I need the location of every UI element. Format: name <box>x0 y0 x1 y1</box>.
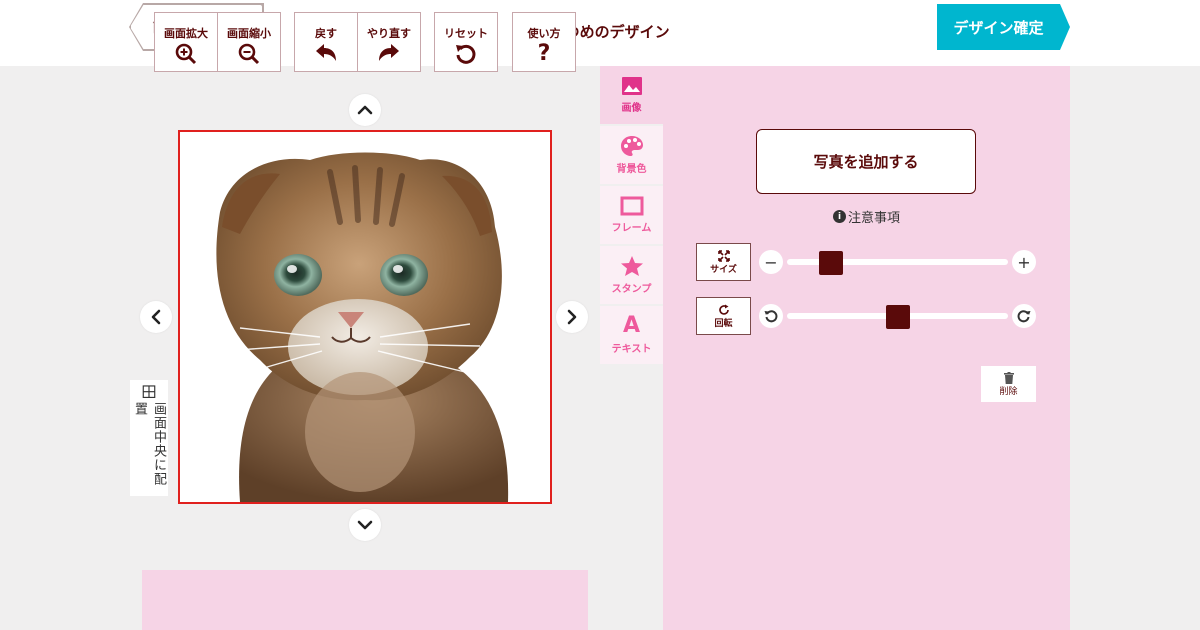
question-icon: ? <box>537 41 551 66</box>
tab-image-label: 画像 <box>621 103 642 114</box>
tab-stamp[interactable]: スタンプ <box>600 246 663 304</box>
frame-icon <box>620 196 643 216</box>
page-title-text: つめのデザイン <box>564 23 670 41</box>
zoom-out-button[interactable]: 画面縮小 <box>217 12 281 72</box>
size-control-label: サイズ <box>696 243 751 281</box>
notice-label: 注意事項 <box>848 211 901 226</box>
rotate-right-button[interactable] <box>1012 304 1036 328</box>
image-icon <box>621 77 642 95</box>
chevron-up-icon <box>357 105 373 115</box>
help-button[interactable]: 使い方 ? <box>512 12 576 72</box>
move-up-button[interactable] <box>349 94 381 126</box>
move-down-button[interactable] <box>349 509 381 541</box>
redo-button[interactable]: やり直す <box>357 12 421 72</box>
redo-label: やり直す <box>367 27 411 40</box>
undo-arrow-icon <box>316 44 336 61</box>
zoom-in-button[interactable]: 画面拡大 <box>154 12 218 72</box>
chevron-left-icon <box>151 309 161 325</box>
minus-icon: − <box>764 252 778 272</box>
confirm-design-button[interactable]: デザイン確定 <box>937 4 1070 50</box>
chevron-right-icon <box>567 309 577 325</box>
move-right-button[interactable] <box>556 301 588 333</box>
cat-photo[interactable] <box>180 132 550 502</box>
help-label: 使い方 <box>527 27 561 40</box>
chevron-down-icon <box>357 520 373 530</box>
bottom-toolbar <box>142 570 588 630</box>
size-slider-thumb[interactable] <box>819 251 844 275</box>
reset-button[interactable]: リセット <box>434 12 498 72</box>
reset-icon <box>456 44 476 64</box>
tab-stamp-label: スタンプ <box>611 284 652 295</box>
design-canvas[interactable] <box>178 130 552 504</box>
size-increase-button[interactable]: + <box>1012 250 1036 274</box>
rotate-label: 回転 <box>714 318 733 329</box>
center-placement-button[interactable]: 画面中央に配置 <box>130 380 168 496</box>
delete-label: 削除 <box>999 386 1018 397</box>
tab-background-color-label: 背景色 <box>616 164 647 175</box>
rotate-icon <box>718 304 729 315</box>
resize-icon <box>717 249 730 262</box>
trash-icon <box>1003 371 1014 384</box>
notice-link[interactable]: i 注意事項 <box>833 207 900 226</box>
tab-image[interactable]: 画像 <box>600 66 663 124</box>
tab-background-color[interactable]: 背景色 <box>600 126 663 184</box>
delete-button[interactable]: 削除 <box>981 366 1036 402</box>
reset-label: リセット <box>444 27 488 40</box>
rotate-left-button[interactable] <box>759 304 783 328</box>
zoom-in-icon <box>175 43 197 65</box>
add-photo-button[interactable]: 写真を追加する <box>756 129 976 194</box>
plus-icon: + <box>1017 252 1031 272</box>
palette-icon <box>620 136 643 156</box>
text-icon: A <box>622 313 641 338</box>
size-decrease-button[interactable]: − <box>759 250 783 274</box>
undo-button[interactable]: 戻す <box>294 12 358 72</box>
size-label: サイズ <box>710 264 737 275</box>
rotate-slider-thumb[interactable] <box>885 305 910 329</box>
tab-text-label: テキスト <box>611 344 652 355</box>
move-left-button[interactable] <box>140 301 172 333</box>
undo-label: 戻す <box>315 27 337 40</box>
zoom-out-label: 画面縮小 <box>227 27 271 40</box>
zoom-out-icon <box>238 43 260 65</box>
tab-text[interactable]: A テキスト <box>600 306 663 364</box>
star-icon <box>620 256 643 276</box>
tab-frame[interactable]: フレーム <box>600 186 663 244</box>
rotate-left-icon <box>764 310 778 323</box>
center-placement-label: 画面中央に配置 <box>132 402 166 487</box>
grid-icon <box>142 385 156 398</box>
info-icon: i <box>833 210 846 223</box>
rotate-right-icon <box>1017 310 1031 323</box>
zoom-in-label: 画面拡大 <box>164 27 208 40</box>
tab-frame-label: フレーム <box>611 223 652 234</box>
redo-arrow-icon <box>379 44 399 61</box>
rotate-control-label: 回転 <box>696 297 751 335</box>
right-margin <box>1070 66 1200 630</box>
